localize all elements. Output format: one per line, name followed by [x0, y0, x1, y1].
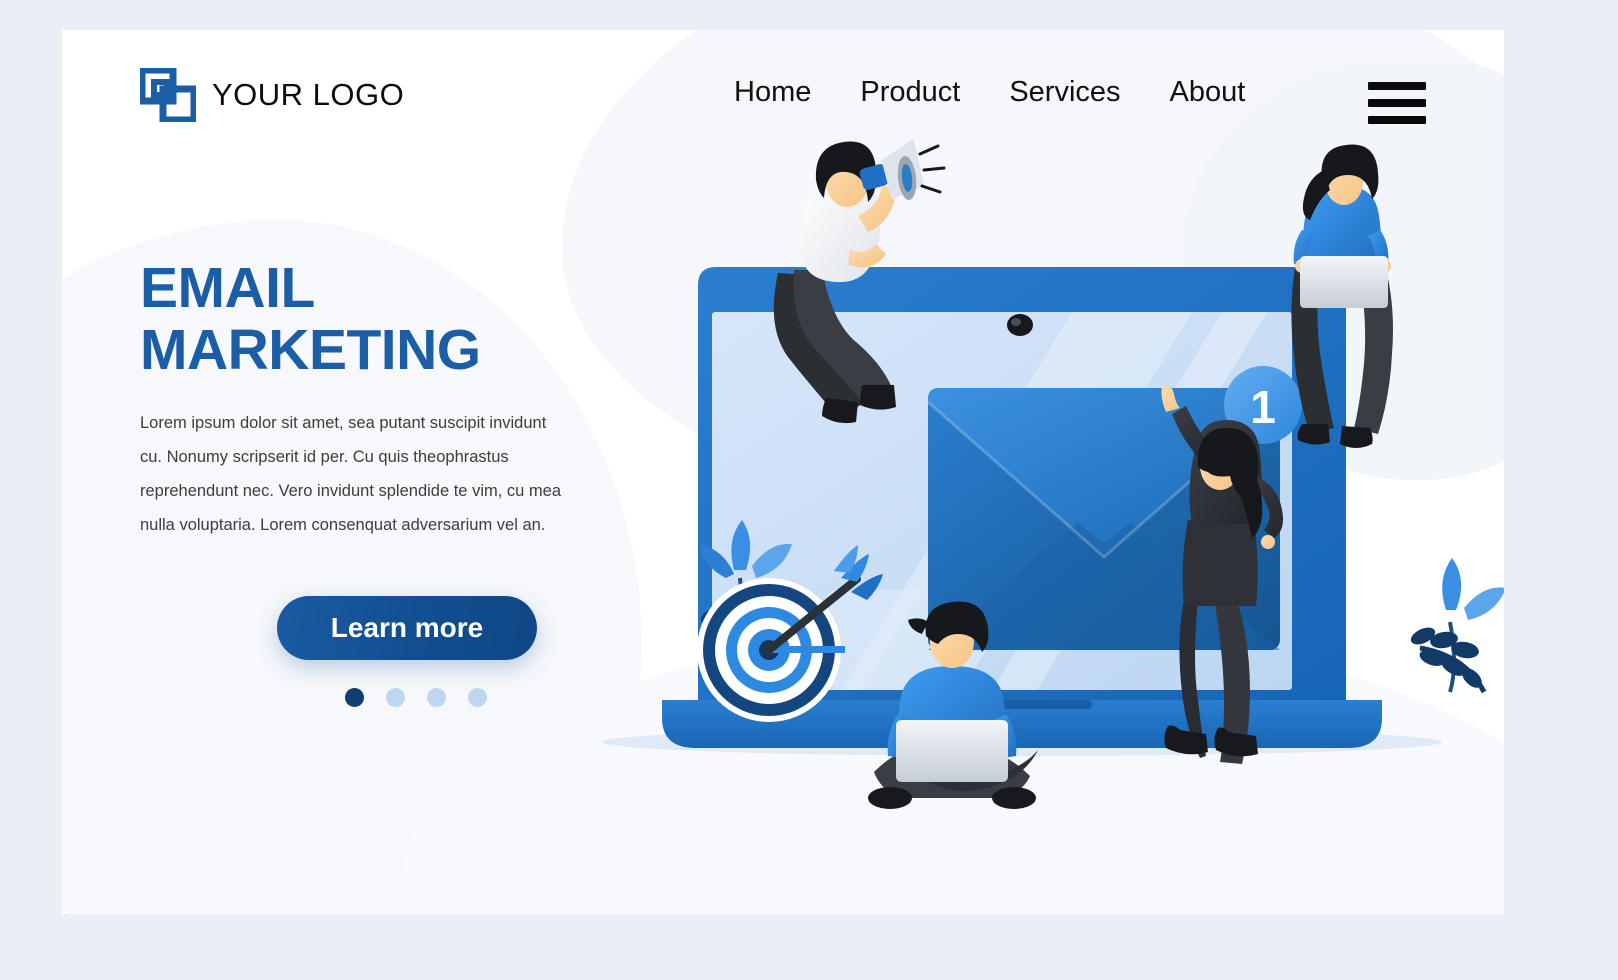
small-laptop	[896, 720, 1008, 782]
shoe	[860, 385, 896, 410]
hero-section: EMAIL MARKETING Lorem ipsum dolor sit am…	[140, 256, 610, 707]
flower-petal	[1464, 587, 1504, 620]
nav-link-home[interactable]: Home	[734, 78, 811, 107]
small-laptop	[1300, 256, 1388, 308]
nav-link-services[interactable]: Services	[1009, 78, 1120, 107]
two-overlapping-squares-icon	[140, 68, 196, 122]
shoe	[1340, 426, 1373, 448]
carousel-dot-4[interactable]	[468, 688, 487, 707]
brand[interactable]: YOUR LOGO	[140, 68, 404, 122]
skirt	[1182, 520, 1258, 606]
hamburger-bar	[1368, 116, 1426, 124]
notification-badge-count: 1	[1250, 381, 1276, 433]
shoe	[992, 787, 1036, 809]
shoe	[1297, 424, 1330, 445]
nav-link-about[interactable]: About	[1170, 78, 1246, 107]
hero-paragraph: Lorem ipsum dolor sit amet, sea putant s…	[140, 414, 562, 534]
page-root: 1 YOUR LOGO Home Product Services About …	[0, 0, 1618, 980]
carousel-dot-3[interactable]	[427, 688, 446, 707]
flower-petal	[1442, 558, 1462, 610]
hand	[1261, 535, 1275, 549]
page-title: EMAIL MARKETING	[140, 256, 481, 382]
hamburger-bar	[1368, 99, 1426, 107]
target-highlight	[769, 646, 845, 653]
main-navigation: Home Product Services About	[734, 78, 1245, 107]
nav-link-product[interactable]: Product	[860, 78, 960, 107]
brand-name: YOUR LOGO	[212, 77, 405, 112]
webcam-dot-icon	[1007, 314, 1033, 336]
learn-more-button[interactable]: Learn more	[277, 596, 537, 660]
carousel-dot-1[interactable]	[345, 688, 364, 707]
carousel-dot-2[interactable]	[386, 688, 405, 707]
landing-page-card: 1 YOUR LOGO Home Product Services About …	[62, 30, 1504, 914]
hamburger-bar	[1368, 82, 1426, 90]
hamburger-menu-icon[interactable]	[1368, 82, 1426, 124]
shoe	[868, 787, 912, 809]
plant-decoration-right	[1410, 558, 1504, 694]
site-header: YOUR LOGO Home Product Services About	[62, 30, 1504, 170]
carousel-dots	[345, 688, 487, 707]
leaf-cluster	[1410, 627, 1482, 688]
